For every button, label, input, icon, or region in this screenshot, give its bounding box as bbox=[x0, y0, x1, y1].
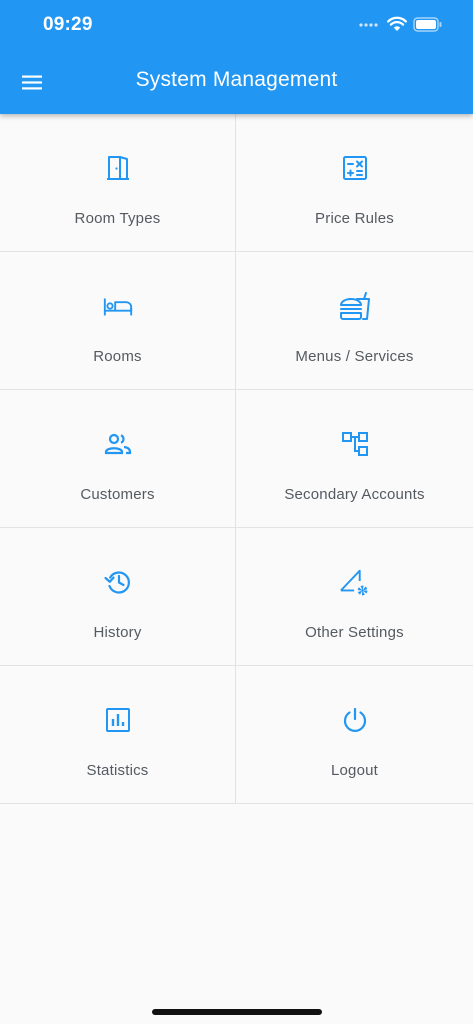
tile-price-rules[interactable]: Price Rules bbox=[236, 114, 473, 252]
status-icons bbox=[359, 16, 443, 32]
door-icon bbox=[102, 152, 134, 184]
status-time: 09:29 bbox=[43, 14, 93, 35]
app-bar: 09:29 System Management bbox=[0, 0, 473, 114]
bar-chart-icon bbox=[102, 704, 134, 736]
tile-history[interactable]: History bbox=[0, 528, 235, 666]
bed-icon bbox=[102, 290, 134, 322]
tile-logout[interactable]: Logout bbox=[236, 666, 473, 804]
tile-secondary-accounts[interactable]: Secondary Accounts bbox=[236, 390, 473, 528]
wifi-icon bbox=[387, 16, 407, 32]
tile-rooms[interactable]: Rooms bbox=[0, 252, 235, 390]
tile-statistics[interactable]: Statistics bbox=[0, 666, 235, 804]
page-title: System Management bbox=[135, 68, 338, 91]
tile-label: History bbox=[93, 624, 142, 641]
tile-customers[interactable]: Customers bbox=[0, 390, 235, 528]
menu-grid: Room Types Price Rules Rooms Menus / Ser… bbox=[0, 114, 473, 804]
tile-room-types[interactable]: Room Types bbox=[0, 114, 235, 252]
people-icon bbox=[102, 428, 134, 460]
tile-label: Rooms bbox=[93, 348, 142, 365]
power-icon bbox=[339, 704, 371, 736]
tile-label: Logout bbox=[330, 762, 379, 779]
tile-label: Statistics bbox=[86, 762, 149, 779]
tile-other-settings[interactable]: Other Settings bbox=[236, 528, 473, 666]
home-indicator[interactable] bbox=[152, 1009, 322, 1015]
battery-icon bbox=[413, 16, 443, 32]
tile-label: Other Settings bbox=[305, 624, 404, 641]
calculator-icon bbox=[339, 152, 371, 184]
history-icon bbox=[102, 566, 134, 598]
tile-label: Secondary Accounts bbox=[284, 486, 425, 503]
signal-icon bbox=[359, 20, 381, 28]
tile-label: Menus / Services bbox=[295, 348, 414, 365]
account-tree-icon bbox=[339, 428, 371, 460]
tile-label: Room Types bbox=[74, 210, 161, 227]
tile-menus-services[interactable]: Menus / Services bbox=[236, 252, 473, 390]
tile-label: Price Rules bbox=[315, 210, 394, 227]
tile-label: Customers bbox=[80, 486, 155, 503]
screen: 09:29 System Management Room Types Price… bbox=[0, 0, 473, 1024]
settings-icon bbox=[339, 566, 371, 598]
food-icon bbox=[339, 290, 371, 322]
